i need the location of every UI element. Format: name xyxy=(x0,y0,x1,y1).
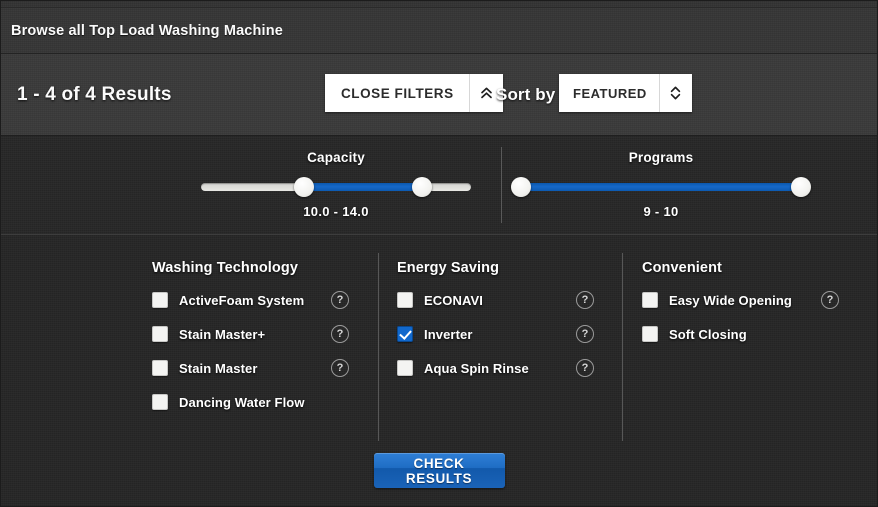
filter-column-convenient: Convenient Easy Wide Opening ? Soft Clos… xyxy=(642,235,857,344)
filter-column-washing-technology: Washing Technology ActiveFoam System ? S… xyxy=(152,235,367,412)
filter-options-body: Washing Technology ActiveFoam System ? S… xyxy=(1,235,877,506)
checkbox-label: ECONAVI xyxy=(424,292,483,308)
slider-track-programs[interactable] xyxy=(511,177,811,197)
filter-column-divider-1 xyxy=(378,253,379,441)
slider-fill-programs xyxy=(521,183,801,191)
filter-column-heading: Energy Saving xyxy=(397,260,500,276)
filter-row-dancing-water-flow[interactable]: Dancing Water Flow xyxy=(152,392,367,412)
checkbox-easy-wide-opening[interactable] xyxy=(642,292,658,308)
browse-title-bar: Browse all Top Load Washing Machine xyxy=(1,8,877,54)
top-strip xyxy=(1,1,877,8)
filter-row-econavi[interactable]: ECONAVI ? xyxy=(397,290,612,310)
results-count: 1 - 4 of 4 Results xyxy=(17,83,172,105)
filter-row-activefoam-system[interactable]: ActiveFoam System ? xyxy=(152,290,367,310)
filter-column-divider-2 xyxy=(622,253,623,441)
checkbox-label: Stain Master+ xyxy=(179,326,266,342)
slider-title-capacity: Capacity xyxy=(307,150,365,165)
filter-row-aqua-spin-rinse[interactable]: Aqua Spin Rinse ? xyxy=(397,358,612,378)
checkbox-label: Soft Closing xyxy=(669,326,747,342)
slider-handle-programs-max[interactable] xyxy=(791,177,811,197)
slider-value-capacity: 10.0 - 14.0 xyxy=(303,204,369,219)
sort-by-label: Sort by xyxy=(496,85,556,104)
help-icon[interactable]: ? xyxy=(331,291,349,309)
sort-selected-value: FEATURED xyxy=(573,85,647,101)
checkbox-label: ActiveFoam System xyxy=(179,292,305,308)
checkbox-inverter[interactable] xyxy=(397,326,413,342)
range-slider-panel: Capacity 10.0 - 14.0 Programs 9 - 10 xyxy=(1,136,877,235)
slider-track-capacity[interactable] xyxy=(201,177,471,197)
filter-row-inverter[interactable]: Inverter ? xyxy=(397,324,612,344)
checkbox-aqua-spin-rinse[interactable] xyxy=(397,360,413,376)
help-icon[interactable]: ? xyxy=(576,325,594,343)
checkbox-soft-closing[interactable] xyxy=(642,326,658,342)
filter-row-stain-master[interactable]: Stain Master ? xyxy=(152,358,367,378)
sort-select[interactable]: FEATURED xyxy=(559,74,692,112)
help-icon[interactable]: ? xyxy=(331,325,349,343)
slider-title-programs: Programs xyxy=(628,150,694,165)
check-results-container: CHECK RESULTS xyxy=(1,453,877,488)
slider-group-capacity: Capacity 10.0 - 14.0 xyxy=(191,136,481,234)
checkbox-econavi[interactable] xyxy=(397,292,413,308)
filter-column-energy-saving: Energy Saving ECONAVI ? Inverter ? Aqua … xyxy=(397,235,612,378)
checkbox-label: Inverter xyxy=(424,326,473,342)
checkbox-label: Aqua Spin Rinse xyxy=(424,360,529,376)
help-icon[interactable]: ? xyxy=(576,291,594,309)
check-results-button[interactable]: CHECK RESULTS xyxy=(373,453,505,488)
filter-panel-page: Browse all Top Load Washing Machine 1 - … xyxy=(0,0,878,507)
checkbox-label: Easy Wide Opening xyxy=(669,292,792,308)
help-icon[interactable]: ? xyxy=(576,359,594,377)
slider-group-programs: Programs 9 - 10 xyxy=(511,136,811,234)
filter-row-stain-master-plus[interactable]: Stain Master+ ? xyxy=(152,324,367,344)
help-icon[interactable]: ? xyxy=(331,359,349,377)
results-sort-bar: 1 - 4 of 4 Results CLOSE FILTERS Sort by… xyxy=(1,54,877,136)
checkbox-label: Stain Master xyxy=(179,360,258,376)
close-filters-label: CLOSE FILTERS xyxy=(341,85,454,101)
slider-handle-programs-min[interactable] xyxy=(511,177,531,197)
filter-row-easy-wide-opening[interactable]: Easy Wide Opening ? xyxy=(642,290,857,310)
checkbox-dancing-water-flow[interactable] xyxy=(152,394,168,410)
slider-handle-capacity-min[interactable] xyxy=(293,177,314,197)
checkbox-stain-master-plus[interactable] xyxy=(152,326,168,342)
checkbox-stain-master[interactable] xyxy=(152,360,168,376)
filter-column-heading: Convenient xyxy=(642,260,722,276)
checkbox-activefoam-system[interactable] xyxy=(152,292,168,308)
slider-value-programs: 9 - 10 xyxy=(643,204,679,219)
help-icon[interactable]: ? xyxy=(821,291,839,309)
page-title: Browse all Top Load Washing Machine xyxy=(11,22,283,39)
close-filters-button[interactable]: CLOSE FILTERS xyxy=(325,74,503,112)
filter-row-soft-closing[interactable]: Soft Closing xyxy=(642,324,857,344)
slider-column-divider xyxy=(501,147,502,223)
filter-column-heading: Washing Technology xyxy=(152,260,298,276)
checkbox-label: Dancing Water Flow xyxy=(179,394,305,410)
slider-handle-capacity-max[interactable] xyxy=(412,177,433,197)
slider-fill-capacity xyxy=(303,183,423,191)
chevron-up-down-icon xyxy=(658,74,692,112)
